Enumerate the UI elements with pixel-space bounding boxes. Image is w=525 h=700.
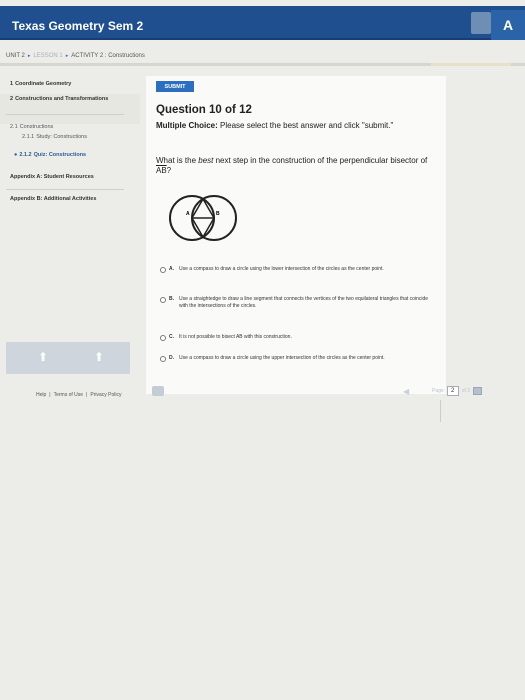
scroll-down-icon[interactable]: ⬆ <box>94 350 104 364</box>
radio-button[interactable] <box>160 355 166 362</box>
sidebar-item-constructions-and-transformations[interactable]: 2 Constructions and Transformations <box>10 96 110 103</box>
sidebar-item-study-constructions[interactable]: 2.1.1 Study: Constructions <box>22 134 92 141</box>
sidebar-nav-panel: ⬆ ⬆ <box>6 342 130 374</box>
privacy-link[interactable]: Privacy Policy <box>90 392 121 398</box>
calculator-icon[interactable] <box>152 386 164 396</box>
breadcrumb-separator: ▸ <box>65 53 69 59</box>
question-header: Question 10 of 12 <box>156 104 252 116</box>
top-header-bar: Texas Geometry Sem 2 A <box>0 6 525 40</box>
radio-button[interactable] <box>160 266 166 273</box>
radio-button[interactable] <box>160 334 166 341</box>
radio-button[interactable] <box>160 296 166 303</box>
point-a-label: A <box>186 211 190 217</box>
sidebar: 1 Coordinate Geometry 2 Constructions and … <box>0 76 140 386</box>
previous-page-icon[interactable]: ◀ <box>403 387 409 396</box>
breadcrumb-divider <box>0 63 525 66</box>
choice-a[interactable]: A. Use a compass to draw a circle using … <box>160 266 435 273</box>
sidebar-item-appendix-a[interactable]: Appendix A: Student Resources <box>10 174 100 181</box>
submit-button[interactable]: SUBMIT <box>156 81 194 92</box>
construction-figure: A B <box>169 195 237 241</box>
question-text: What is the best next step in the constr… <box>156 156 428 175</box>
choice-c[interactable]: C. It is not possible to bisect AB with … <box>160 334 435 341</box>
page-grid-icon[interactable] <box>473 387 483 395</box>
page-label: Page <box>432 388 444 394</box>
scroll-up-icon[interactable]: ⬆ <box>38 350 48 364</box>
sidebar-item-coordinate-geometry[interactable]: 1 Coordinate Geometry <box>10 81 71 88</box>
breadcrumb-unit[interactable]: UNIT 2 <box>6 53 25 59</box>
help-link[interactable]: Help <box>36 392 46 398</box>
mouse-cursor <box>440 400 441 422</box>
sidebar-divider <box>6 114 124 115</box>
logo-icon <box>471 12 491 34</box>
sidebar-item-constructions[interactable]: 2.1 Constructions <box>10 124 53 131</box>
sidebar-item-appendix-b[interactable]: Appendix B: Additional Activities <box>10 196 100 203</box>
point-b-label: B <box>216 211 220 217</box>
breadcrumb-lesson[interactable]: LESSON 1 <box>33 53 62 59</box>
choice-d[interactable]: D. Use a compass to draw a circle using … <box>160 355 435 362</box>
choice-b[interactable]: B. Use a straightedge to draw a line seg… <box>160 296 435 309</box>
terms-link[interactable]: Terms of Use <box>54 392 83 398</box>
current-item-bullet: ● <box>14 152 18 158</box>
sidebar-divider <box>6 189 124 190</box>
question-instructions: Multiple Choice: Please select the best … <box>156 121 394 130</box>
page-navigator: Page 2 of 2 <box>432 386 483 396</box>
question-panel: SUBMIT Question 10 of 12 Multiple Choice… <box>146 76 446 394</box>
footer-links: Help | Terms of Use | Privacy Policy <box>36 392 122 398</box>
sidebar-item-quiz-constructions[interactable]: ● 2.1.2 Quiz: Constructions <box>14 152 94 159</box>
brand-logo[interactable]: A <box>491 10 525 40</box>
brand-logo-text: A <box>502 17 514 33</box>
breadcrumb: UNIT 2 ▸ LESSON 1 ▸ ACTIVITY 2 : Constru… <box>0 48 525 64</box>
course-title: Texas Geometry Sem 2 <box>12 19 144 33</box>
page-number-input[interactable]: 2 <box>446 386 459 396</box>
page-total: of 2 <box>461 388 471 394</box>
breadcrumb-activity: ACTIVITY 2 : Constructions <box>71 53 145 59</box>
breadcrumb-separator: ▸ <box>27 53 31 59</box>
